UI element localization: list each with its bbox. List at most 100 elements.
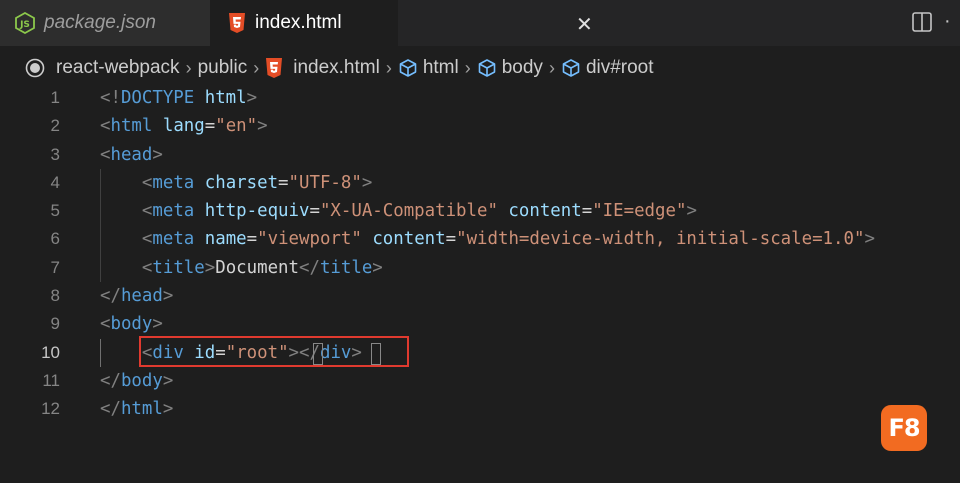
code-token: name (204, 229, 247, 250)
chevron-right-icon: › (464, 57, 471, 78)
code-token: > (162, 286, 174, 307)
code-token: = (581, 201, 593, 222)
bracket-match-open (313, 343, 323, 365)
cube-icon (561, 58, 581, 78)
cube-icon (477, 58, 497, 78)
code-token: > (246, 88, 258, 108)
code-token: > (686, 201, 697, 222)
code-token: body (120, 370, 163, 391)
tab-index-html[interactable]: index.html ✕ (210, 0, 593, 46)
line-text: </body> (100, 367, 173, 395)
line-number: 2 (50, 116, 60, 136)
line-number: 3 (50, 144, 60, 164)
breadcrumb-symbol-html[interactable]: html (398, 57, 459, 79)
code-token: title (152, 257, 205, 278)
symbol-label: body (501, 57, 543, 78)
code-token: meta (152, 201, 195, 222)
code-line[interactable]: 9 <body> (0, 310, 960, 338)
close-icon[interactable]: ✕ (576, 12, 593, 37)
code-token: html (110, 116, 153, 137)
code-token: > (257, 116, 268, 137)
code-token: > (152, 314, 163, 335)
code-token: </ (100, 286, 121, 307)
code-token: head (110, 144, 153, 165)
line-text: </head> (100, 282, 173, 310)
code-line[interactable]: 4 <meta charset="UTF-8"> (0, 169, 960, 197)
line-text: <!DOCTYPE html> (100, 84, 257, 112)
code-token: charset (204, 172, 279, 193)
breadcrumb-symbol-div-root[interactable]: div#root (561, 57, 654, 79)
code-token: < (141, 229, 153, 250)
code-token: head (120, 286, 163, 307)
f8-logo: F8 (881, 405, 927, 451)
line-number: 8 (50, 286, 60, 306)
code-token: lang (162, 116, 205, 137)
code-token: meta (152, 172, 195, 193)
split-editor-icon[interactable] (911, 11, 933, 38)
chevron-right-icon: › (253, 57, 260, 78)
line-number: 11 (42, 370, 60, 390)
code-token: "en" (215, 116, 258, 137)
code-token: = (278, 172, 289, 193)
more-actions-icon[interactable]: · (944, 10, 951, 33)
code-token: content (508, 201, 582, 222)
code-token: content (372, 229, 446, 250)
highlight-box (139, 336, 409, 367)
code-line[interactable]: 1 <!DOCTYPE html> (0, 84, 960, 112)
html5-icon (228, 12, 246, 34)
code-token: > (162, 370, 174, 391)
breadcrumb-folder[interactable]: public (198, 57, 248, 79)
code-line[interactable]: 3 <head> (0, 141, 960, 169)
code-token: > (162, 399, 174, 420)
breadcrumb-root[interactable]: react-webpack (56, 57, 180, 79)
line-text: </html> (100, 395, 173, 423)
code-token: title (319, 257, 373, 278)
code-token: > (372, 257, 383, 278)
line-text: <meta charset="UTF-8"> (100, 169, 372, 197)
code-token: > (864, 229, 875, 250)
line-text: <meta http-equiv="X-UA-Compatible" conte… (100, 197, 697, 225)
chevron-right-icon: › (385, 57, 392, 78)
code-token: = (204, 116, 216, 137)
code-line[interactable]: 2 <html lang="en"> (0, 112, 960, 140)
code-token: > (204, 257, 216, 278)
tab-label: package.json (44, 12, 156, 33)
code-line[interactable]: 8 </head> (0, 282, 960, 310)
symbol-label: html (422, 57, 459, 78)
code-token: = (445, 229, 457, 250)
code-editor[interactable]: 1 <!DOCTYPE html> 2 <html lang="en"> 3 <head>… (0, 84, 960, 424)
code-line[interactable]: 11 </body> (0, 367, 960, 395)
code-token: html (204, 88, 247, 108)
code-token: DOCTYPE (120, 88, 195, 108)
breadcrumb-file[interactable]: index.html (265, 57, 380, 79)
code-token: "width=device-width, initial-scale=1.0" (456, 229, 865, 250)
code-token: > (361, 172, 373, 193)
code-line[interactable]: 5 <meta http-equiv="X-UA-Compatible" con… (0, 197, 960, 225)
code-token: > (152, 144, 163, 165)
code-line[interactable]: 12 </html> (0, 395, 960, 423)
code-token: "X-UA-Compatible" (319, 201, 498, 222)
code-token: < (141, 257, 153, 278)
code-line[interactable]: 6 <meta name="viewport" content="width=d… (0, 225, 960, 253)
code-line[interactable]: 7 <title>Document</title> (0, 254, 960, 282)
html5-icon (265, 57, 283, 79)
cube-icon (398, 58, 418, 78)
code-token: "viewport" (257, 229, 362, 250)
code-token: meta (152, 229, 195, 250)
line-text: <head> (100, 141, 163, 169)
tab-package-json[interactable]: JS package.json (0, 0, 210, 46)
tab-bar: JS package.json index.html ✕ · (0, 0, 960, 46)
svg-text:JS: JS (19, 20, 30, 30)
code-token: html (120, 399, 163, 420)
code-token: = (246, 229, 258, 250)
breadcrumb-symbol-body[interactable]: body (477, 57, 543, 79)
code-token: <! (100, 88, 121, 108)
